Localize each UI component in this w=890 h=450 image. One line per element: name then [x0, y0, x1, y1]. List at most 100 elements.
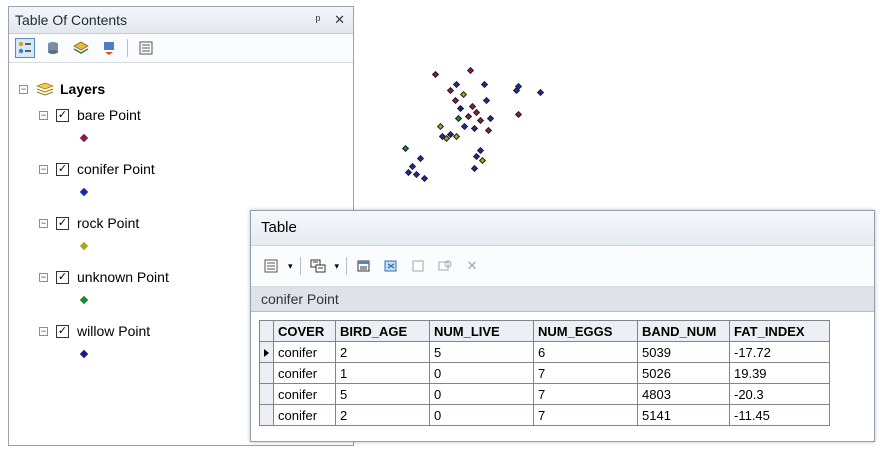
- column-header[interactable]: COVER: [273, 320, 336, 342]
- map-point[interactable]: [480, 80, 489, 89]
- map-point[interactable]: [482, 96, 491, 105]
- list-by-visibility-icon[interactable]: [71, 38, 91, 58]
- layer-visibility-checkbox[interactable]: ✓: [56, 324, 69, 338]
- related-tables-icon[interactable]: [308, 256, 328, 276]
- column-header[interactable]: NUM_LIVE: [429, 320, 534, 342]
- map-point[interactable]: [470, 124, 479, 133]
- layer-visibility-checkbox[interactable]: ✓: [56, 108, 69, 122]
- options-icon[interactable]: [136, 38, 156, 58]
- table-cell[interactable]: 1: [335, 362, 430, 384]
- table-row[interactable]: conifer 2 0 7 5141 -11.45: [259, 404, 830, 426]
- list-by-selection-icon[interactable]: [99, 38, 119, 58]
- row-header[interactable]: [259, 362, 274, 384]
- table-options-icon[interactable]: [261, 256, 281, 276]
- layer-visibility-checkbox[interactable]: ✓: [56, 270, 69, 284]
- table-cell[interactable]: 5039: [637, 341, 730, 363]
- map-point[interactable]: [412, 170, 421, 179]
- column-header[interactable]: BAND_NUM: [637, 320, 730, 342]
- column-header[interactable]: FAT_INDEX: [729, 320, 830, 342]
- collapse-icon[interactable]: −: [39, 164, 48, 174]
- list-by-source-icon[interactable]: [43, 38, 63, 58]
- table-cell[interactable]: 5141: [637, 404, 730, 426]
- table-cell[interactable]: conifer: [273, 404, 336, 426]
- table-cell[interactable]: conifer: [273, 362, 336, 384]
- map-point[interactable]: [470, 164, 479, 173]
- collapse-icon[interactable]: −: [39, 110, 48, 120]
- map-point[interactable]: [454, 114, 463, 123]
- clear-selection-icon[interactable]: [408, 256, 428, 276]
- table-cell[interactable]: 5: [429, 341, 534, 363]
- table-cell[interactable]: 7: [533, 362, 638, 384]
- table-cell[interactable]: conifer: [273, 341, 336, 363]
- map-point[interactable]: [408, 162, 417, 171]
- column-header[interactable]: BIRD_AGE: [335, 320, 430, 342]
- table-cell[interactable]: 7: [533, 404, 638, 426]
- collapse-icon[interactable]: −: [39, 218, 48, 228]
- table-cell[interactable]: 7: [533, 383, 638, 405]
- collapse-icon[interactable]: −: [19, 84, 28, 94]
- map-point[interactable]: [404, 168, 413, 177]
- table-cell[interactable]: 2: [335, 404, 430, 426]
- table-tab[interactable]: conifer Point: [251, 287, 874, 312]
- pin-icon[interactable]: ᵖ: [316, 12, 321, 27]
- map-point[interactable]: [466, 66, 475, 75]
- table-cell[interactable]: 5026: [637, 362, 730, 384]
- collapse-icon[interactable]: −: [39, 326, 48, 336]
- row-header[interactable]: [259, 341, 274, 363]
- chevron-down-icon[interactable]: ▾: [288, 261, 293, 272]
- map-point[interactable]: [464, 112, 473, 121]
- table-cell[interactable]: 5: [335, 383, 430, 405]
- map-point[interactable]: [460, 122, 469, 131]
- select-by-attributes-icon[interactable]: [354, 256, 374, 276]
- layer-row-willow-point[interactable]: − ✓ willow Point: [39, 322, 150, 340]
- layers-group-row[interactable]: − Layers: [19, 80, 105, 98]
- layer-visibility-checkbox[interactable]: ✓: [56, 162, 69, 176]
- row-header-corner[interactable]: [259, 320, 274, 342]
- map-point[interactable]: [431, 70, 440, 79]
- map-point[interactable]: [476, 146, 485, 155]
- layer-row-conifer-point[interactable]: − ✓ conifer Point: [39, 160, 155, 178]
- map-point[interactable]: [420, 174, 429, 183]
- table-cell[interactable]: 4803: [637, 383, 730, 405]
- collapse-icon[interactable]: −: [39, 272, 48, 282]
- map-point[interactable]: [436, 122, 445, 131]
- layer-row-rock-point[interactable]: − ✓ rock Point: [39, 214, 139, 232]
- table-cell[interactable]: 2: [335, 341, 430, 363]
- delete-selected-icon[interactable]: ✕: [462, 256, 482, 276]
- table-cell[interactable]: -17.72: [729, 341, 830, 363]
- row-header[interactable]: [259, 404, 274, 426]
- table-window-title-bar[interactable]: Table: [251, 211, 874, 246]
- table-cell[interactable]: -20.3: [729, 383, 830, 405]
- zoom-to-selected-icon[interactable]: [435, 256, 455, 276]
- table-cell[interactable]: 0: [429, 404, 534, 426]
- table-cell[interactable]: conifer: [273, 383, 336, 405]
- column-header[interactable]: NUM_EGGS: [533, 320, 638, 342]
- map-point[interactable]: [451, 96, 460, 105]
- close-icon[interactable]: ✕: [334, 12, 345, 27]
- row-header[interactable]: [259, 383, 274, 405]
- table-cell[interactable]: 0: [429, 383, 534, 405]
- layer-visibility-checkbox[interactable]: ✓: [56, 216, 69, 230]
- map-point[interactable]: [446, 86, 455, 95]
- chevron-down-icon[interactable]: ▾: [335, 261, 340, 272]
- table-cell[interactable]: 0: [429, 362, 534, 384]
- table-row[interactable]: conifer 1 0 7 5026 19.39: [259, 362, 830, 384]
- map-point[interactable]: [484, 126, 493, 135]
- table-cell[interactable]: -11.45: [729, 404, 830, 426]
- list-by-drawing-order-icon[interactable]: [15, 38, 35, 58]
- table-row[interactable]: conifer 2 5 6 5039 -17.72: [259, 341, 830, 363]
- map-point[interactable]: [416, 154, 425, 163]
- table-row[interactable]: conifer 5 0 7 4803 -20.3: [259, 383, 830, 405]
- map-point[interactable]: [476, 116, 485, 125]
- map-view[interactable]: [358, 6, 858, 216]
- map-point[interactable]: [536, 88, 545, 97]
- map-point[interactable]: [452, 80, 461, 89]
- map-point[interactable]: [456, 104, 465, 113]
- map-point[interactable]: [459, 90, 468, 99]
- map-point[interactable]: [401, 144, 410, 153]
- switch-selection-icon[interactable]: [381, 256, 401, 276]
- map-point[interactable]: [486, 114, 495, 123]
- table-cell[interactable]: 6: [533, 341, 638, 363]
- layer-row-bare-point[interactable]: − ✓ bare Point: [39, 106, 141, 124]
- layer-row-unknown-point[interactable]: − ✓ unknown Point: [39, 268, 169, 286]
